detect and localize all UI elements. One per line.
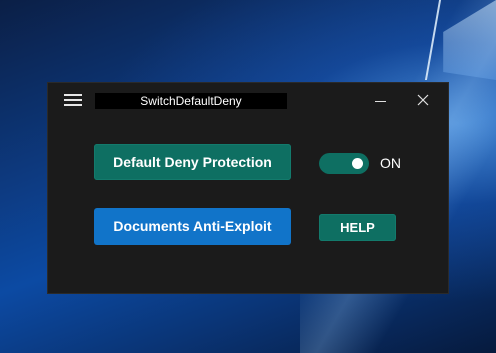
default-deny-protection-button[interactable]: Default Deny Protection xyxy=(94,144,291,180)
documents-anti-exploit-button[interactable]: Documents Anti-Exploit xyxy=(94,208,291,245)
app-window: SwitchDefaultDeny Default Deny Protectio… xyxy=(48,83,448,293)
protection-toggle[interactable] xyxy=(319,153,369,174)
window-title: SwitchDefaultDeny xyxy=(95,93,287,109)
close-button[interactable] xyxy=(412,89,434,111)
minimize-button[interactable] xyxy=(370,89,392,111)
title-bar: SwitchDefaultDeny xyxy=(48,83,448,117)
toggle-knob xyxy=(352,158,363,169)
toggle-state-label: ON xyxy=(380,155,401,171)
help-button[interactable]: HELP xyxy=(319,214,396,241)
minimize-icon xyxy=(375,101,386,102)
close-icon xyxy=(417,94,429,106)
hamburger-menu-icon[interactable] xyxy=(64,94,82,106)
